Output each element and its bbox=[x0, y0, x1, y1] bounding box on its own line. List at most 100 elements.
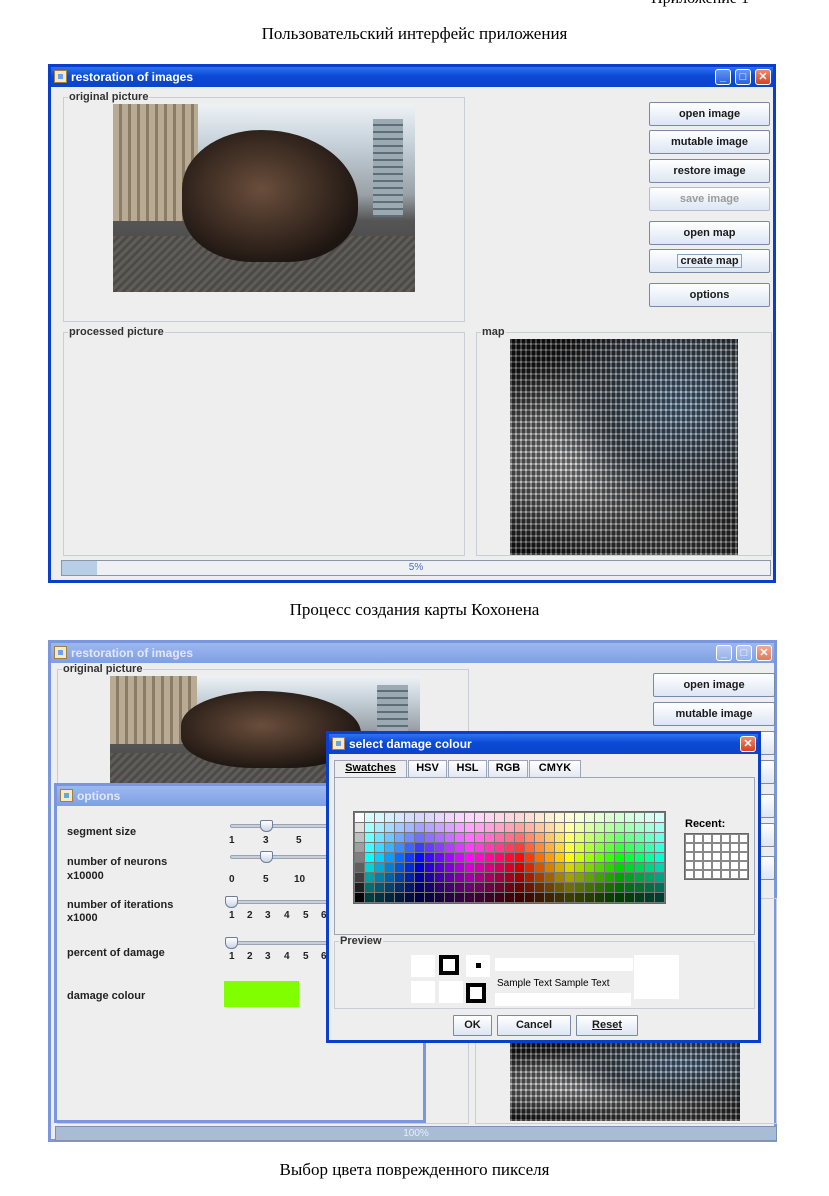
mutable-image-button[interactable]: mutable image bbox=[649, 130, 770, 154]
swatch-cell[interactable] bbox=[545, 833, 554, 842]
swatch-cell[interactable] bbox=[585, 883, 594, 892]
swatch-cell[interactable] bbox=[445, 863, 454, 872]
swatch-cell[interactable] bbox=[505, 843, 514, 852]
swatch-cell[interactable] bbox=[645, 813, 654, 822]
swatch-cell[interactable] bbox=[525, 833, 534, 842]
iterations-thumb[interactable] bbox=[225, 896, 238, 908]
swatch-cell[interactable] bbox=[455, 843, 464, 852]
swatch-cell[interactable] bbox=[495, 833, 504, 842]
swatch-cell[interactable] bbox=[515, 883, 524, 892]
swatch-cell[interactable] bbox=[415, 883, 424, 892]
recent-cell[interactable] bbox=[704, 862, 711, 869]
swatch-cell[interactable] bbox=[595, 843, 604, 852]
recent-cell[interactable] bbox=[695, 835, 702, 842]
swatch-cell[interactable] bbox=[545, 883, 554, 892]
swatch-cell[interactable] bbox=[415, 813, 424, 822]
swatch-cell[interactable] bbox=[395, 853, 404, 862]
recent-cell[interactable] bbox=[740, 853, 747, 860]
swatch-cell[interactable] bbox=[395, 843, 404, 852]
swatch-cell[interactable] bbox=[585, 863, 594, 872]
recent-cell[interactable] bbox=[695, 844, 702, 851]
swatch-cell[interactable] bbox=[395, 883, 404, 892]
swatch-cell[interactable] bbox=[535, 853, 544, 862]
swatch-cell[interactable] bbox=[575, 823, 584, 832]
swatch-cell[interactable] bbox=[385, 833, 394, 842]
swatch-cell[interactable] bbox=[585, 823, 594, 832]
recent-cell[interactable] bbox=[713, 835, 720, 842]
swatch-cell[interactable] bbox=[615, 873, 624, 882]
swatch-cell[interactable] bbox=[615, 893, 624, 902]
swatch-cell[interactable] bbox=[465, 883, 474, 892]
swatch-cell[interactable] bbox=[645, 883, 654, 892]
recent-cell[interactable] bbox=[695, 871, 702, 878]
swatch-cell[interactable] bbox=[465, 823, 474, 832]
swatch-cell[interactable] bbox=[465, 843, 474, 852]
maximize-icon[interactable]: □ bbox=[736, 645, 752, 661]
damage-percent-thumb[interactable] bbox=[225, 937, 238, 949]
swatch-cell[interactable] bbox=[425, 813, 434, 822]
swatch-cell[interactable] bbox=[355, 823, 364, 832]
swatch-cell[interactable] bbox=[535, 873, 544, 882]
swatch-cell[interactable] bbox=[515, 873, 524, 882]
swatch-cell[interactable] bbox=[465, 863, 474, 872]
swatch-cell[interactable] bbox=[415, 873, 424, 882]
swatch-cell[interactable] bbox=[645, 863, 654, 872]
swatch-cell[interactable] bbox=[355, 873, 364, 882]
swatch-cell[interactable] bbox=[555, 893, 564, 902]
swatch-cell[interactable] bbox=[505, 813, 514, 822]
swatch-cell[interactable] bbox=[645, 823, 654, 832]
swatch-cell[interactable] bbox=[495, 843, 504, 852]
options-button[interactable]: options bbox=[649, 283, 770, 307]
swatch-cell[interactable] bbox=[615, 823, 624, 832]
recent-cell[interactable] bbox=[731, 844, 738, 851]
open-map-button[interactable]: open map bbox=[649, 221, 770, 245]
swatch-cell[interactable] bbox=[475, 873, 484, 882]
swatch-cell[interactable] bbox=[525, 823, 534, 832]
swatch-cell[interactable] bbox=[615, 813, 624, 822]
segment-size-thumb[interactable] bbox=[260, 820, 273, 832]
cancel-button[interactable]: Cancel bbox=[497, 1015, 571, 1036]
swatch-cell[interactable] bbox=[385, 853, 394, 862]
swatch-cell[interactable] bbox=[625, 833, 634, 842]
swatch-cell[interactable] bbox=[465, 853, 474, 862]
swatch-cell[interactable] bbox=[355, 893, 364, 902]
swatch-cell[interactable] bbox=[525, 893, 534, 902]
recent-cell[interactable] bbox=[713, 871, 720, 878]
swatch-cell[interactable] bbox=[435, 863, 444, 872]
swatch-cell[interactable] bbox=[415, 863, 424, 872]
swatch-cell[interactable] bbox=[595, 893, 604, 902]
swatch-cell[interactable] bbox=[635, 863, 644, 872]
swatch-cell[interactable] bbox=[405, 843, 414, 852]
swatch-cell[interactable] bbox=[605, 843, 614, 852]
swatch-cell[interactable] bbox=[355, 813, 364, 822]
swatch-cell[interactable] bbox=[415, 823, 424, 832]
swatch-cell[interactable] bbox=[365, 833, 374, 842]
swatch-cell[interactable] bbox=[525, 873, 534, 882]
swatch-cell[interactable] bbox=[655, 813, 664, 822]
swatch-cell[interactable] bbox=[445, 873, 454, 882]
swatch-cell[interactable] bbox=[485, 863, 494, 872]
swatch-cell[interactable] bbox=[465, 813, 474, 822]
swatch-cell[interactable] bbox=[485, 883, 494, 892]
recent-cell[interactable] bbox=[722, 844, 729, 851]
swatch-cell[interactable] bbox=[575, 883, 584, 892]
swatch-cell[interactable] bbox=[525, 853, 534, 862]
swatch-cell[interactable] bbox=[435, 833, 444, 842]
swatch-cell[interactable] bbox=[365, 873, 374, 882]
swatch-cell[interactable] bbox=[505, 863, 514, 872]
recent-cell[interactable] bbox=[713, 844, 720, 851]
swatch-cell[interactable] bbox=[625, 823, 634, 832]
swatch-cell[interactable] bbox=[535, 893, 544, 902]
swatch-cell[interactable] bbox=[625, 883, 634, 892]
swatch-cell[interactable] bbox=[535, 843, 544, 852]
colour-titlebar[interactable]: select damage colour ✕ bbox=[329, 734, 758, 754]
recent-cell[interactable] bbox=[704, 835, 711, 842]
swatch-cell[interactable] bbox=[655, 853, 664, 862]
swatch-cell[interactable] bbox=[515, 843, 524, 852]
swatch-cell[interactable] bbox=[585, 893, 594, 902]
swatch-cell[interactable] bbox=[505, 833, 514, 842]
swatch-cell[interactable] bbox=[465, 893, 474, 902]
swatch-cell[interactable] bbox=[575, 813, 584, 822]
swatch-cell[interactable] bbox=[655, 823, 664, 832]
swatch-cell[interactable] bbox=[655, 873, 664, 882]
